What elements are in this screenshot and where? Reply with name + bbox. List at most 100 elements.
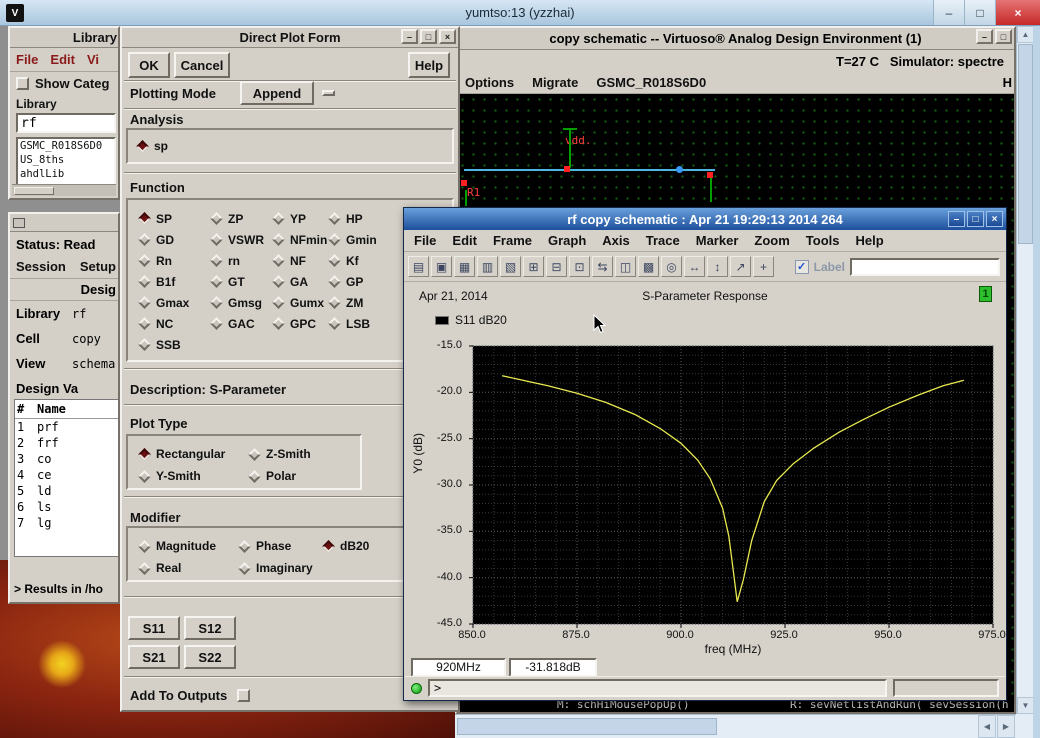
analysis-option[interactable]: sp: [136, 139, 168, 153]
stack-view-icon[interactable]: ▧: [500, 256, 521, 277]
menu-item[interactable]: Zoom: [754, 233, 789, 248]
minimize-icon[interactable]: [401, 29, 418, 44]
menu-item[interactable]: GSMC_R018S6D0: [596, 75, 706, 90]
ld[interactable]: 5 ld: [15, 483, 118, 499]
ade-session-titlebar[interactable]: [10, 214, 118, 232]
overlay-icon[interactable]: ◫: [615, 256, 636, 277]
menu-item[interactable]: Session: [16, 259, 66, 274]
menu-item[interactable]: Frame: [493, 233, 532, 248]
marker-icon[interactable]: ◎: [661, 256, 682, 277]
pin-square[interactable]: [564, 166, 570, 172]
new-subwindow-icon[interactable]: ⊞: [523, 256, 544, 277]
label-input[interactable]: [850, 257, 1000, 276]
show-categories-checkbox[interactable]: [16, 77, 29, 90]
zoom-fit-icon[interactable]: ↗: [730, 256, 751, 277]
function-option[interactable]: NC: [138, 317, 212, 331]
cancel-button[interactable]: Cancel: [174, 52, 230, 78]
maximize-icon[interactable]: [995, 29, 1012, 44]
fit-y-icon[interactable]: ↕: [707, 256, 728, 277]
resistor-symbol[interactable]: [465, 190, 467, 206]
menu-item[interactable]: Marker: [696, 233, 739, 248]
function-option[interactable]: GPC: [272, 317, 330, 331]
library-item[interactable]: US_8ths: [18, 153, 114, 167]
menu-item[interactable]: File: [414, 233, 436, 248]
vertical-scrollbar[interactable]: [1016, 26, 1034, 714]
modifier-option[interactable]: Imaginary: [238, 561, 324, 575]
menu-item[interactable]: Axis: [602, 233, 629, 248]
menu-item[interactable]: Graph: [548, 233, 586, 248]
horizontal-scrollbar[interactable]: [455, 714, 1016, 738]
function-option[interactable]: GD: [138, 233, 212, 247]
vertical-scroll-thumb[interactable]: [1018, 44, 1033, 244]
add-to-outputs-checkbox[interactable]: [237, 689, 251, 702]
ls[interactable]: 6 ls: [15, 499, 118, 515]
minimize-icon[interactable]: [948, 211, 965, 227]
ce[interactable]: 4 ce: [15, 467, 118, 483]
menu-item[interactable]: Migrate: [532, 75, 578, 90]
help-menu[interactable]: H: [1003, 75, 1012, 90]
library-item[interactable]: ahdlLib: [18, 167, 114, 181]
function-option[interactable]: ZP: [210, 212, 274, 226]
direct-plot-titlebar[interactable]: Direct Plot Form: [122, 28, 458, 48]
lg[interactable]: 7 lg: [15, 515, 118, 531]
inductor-symbol[interactable]: [710, 178, 712, 202]
function-option[interactable]: GT: [210, 275, 274, 289]
grid-icon[interactable]: ▦: [454, 256, 475, 277]
plot-type-option[interactable]: Rectangular: [138, 447, 250, 461]
library-filter-input[interactable]: [16, 113, 116, 133]
close-icon[interactable]: [986, 211, 1003, 227]
plotting-mode-dropdown[interactable]: Append: [240, 81, 314, 105]
function-option[interactable]: SSB: [138, 338, 212, 352]
co[interactable]: 3 co: [15, 451, 118, 467]
library-manager-titlebar[interactable]: Library: [10, 28, 118, 48]
plot-type-option[interactable]: Polar: [248, 469, 360, 483]
function-option[interactable]: NFmin: [272, 233, 330, 247]
plot-type-option[interactable]: Z-Smith: [248, 447, 360, 461]
page-badge[interactable]: 1: [979, 286, 992, 302]
close-subwindow-icon[interactable]: ⊟: [546, 256, 567, 277]
sparam-button[interactable]: S11: [128, 616, 180, 640]
help-button[interactable]: Help: [408, 52, 450, 78]
ok-button[interactable]: OK: [128, 52, 170, 78]
modifier-option[interactable]: Real: [138, 561, 240, 575]
maximize-icon[interactable]: [967, 211, 984, 227]
menu-item[interactable]: Tools: [806, 233, 840, 248]
modifier-option[interactable]: Magnitude: [138, 539, 240, 553]
library-hscrollbar[interactable]: [12, 184, 116, 196]
menu-item[interactable]: Setup: [80, 259, 116, 274]
function-option[interactable]: Gmax: [138, 296, 212, 310]
menu-item[interactable]: Help: [855, 233, 883, 248]
function-option[interactable]: SP: [138, 212, 212, 226]
minimize-icon[interactable]: [976, 29, 993, 44]
prf[interactable]: 1 prf: [15, 419, 118, 435]
function-option[interactable]: GAC: [210, 317, 274, 331]
function-option[interactable]: YP: [272, 212, 330, 226]
function-option[interactable]: NF: [272, 254, 330, 268]
function-option[interactable]: Rn: [138, 254, 212, 268]
maximize-button[interactable]: [964, 0, 995, 25]
menu-item[interactable]: Edit: [452, 233, 477, 248]
plot-type-option[interactable]: Y-Smith: [138, 469, 250, 483]
label-checkbox[interactable]: [794, 259, 809, 274]
scroll-up-icon[interactable]: [1017, 26, 1034, 43]
function-option[interactable]: Gumx: [272, 296, 330, 310]
menu-item[interactable]: Vi: [87, 52, 99, 67]
window-menu-icon[interactable]: [13, 217, 25, 228]
sparam-button[interactable]: S21: [128, 645, 180, 669]
modifier-option[interactable]: Phase: [238, 539, 324, 553]
close-icon[interactable]: [439, 29, 456, 44]
maximize-icon[interactable]: [420, 29, 437, 44]
close-button[interactable]: [995, 0, 1040, 25]
library-item[interactable]: GSMC_R018S6D0: [18, 139, 114, 153]
frf[interactable]: 2 frf: [15, 435, 118, 451]
menu-item[interactable]: Edit: [50, 52, 75, 67]
function-option[interactable]: GA: [272, 275, 330, 289]
minimize-button[interactable]: [933, 0, 964, 25]
function-option[interactable]: VSWR: [210, 233, 274, 247]
add-trace-icon[interactable]: +: [753, 256, 774, 277]
function-option[interactable]: Gmsg: [210, 296, 274, 310]
sparam-button[interactable]: S22: [184, 645, 236, 669]
function-option[interactable]: B1f: [138, 275, 212, 289]
horizontal-scroll-thumb[interactable]: [457, 718, 717, 735]
vnc-titlebar[interactable]: V yumtso:13 (yzzhai): [0, 0, 1040, 26]
